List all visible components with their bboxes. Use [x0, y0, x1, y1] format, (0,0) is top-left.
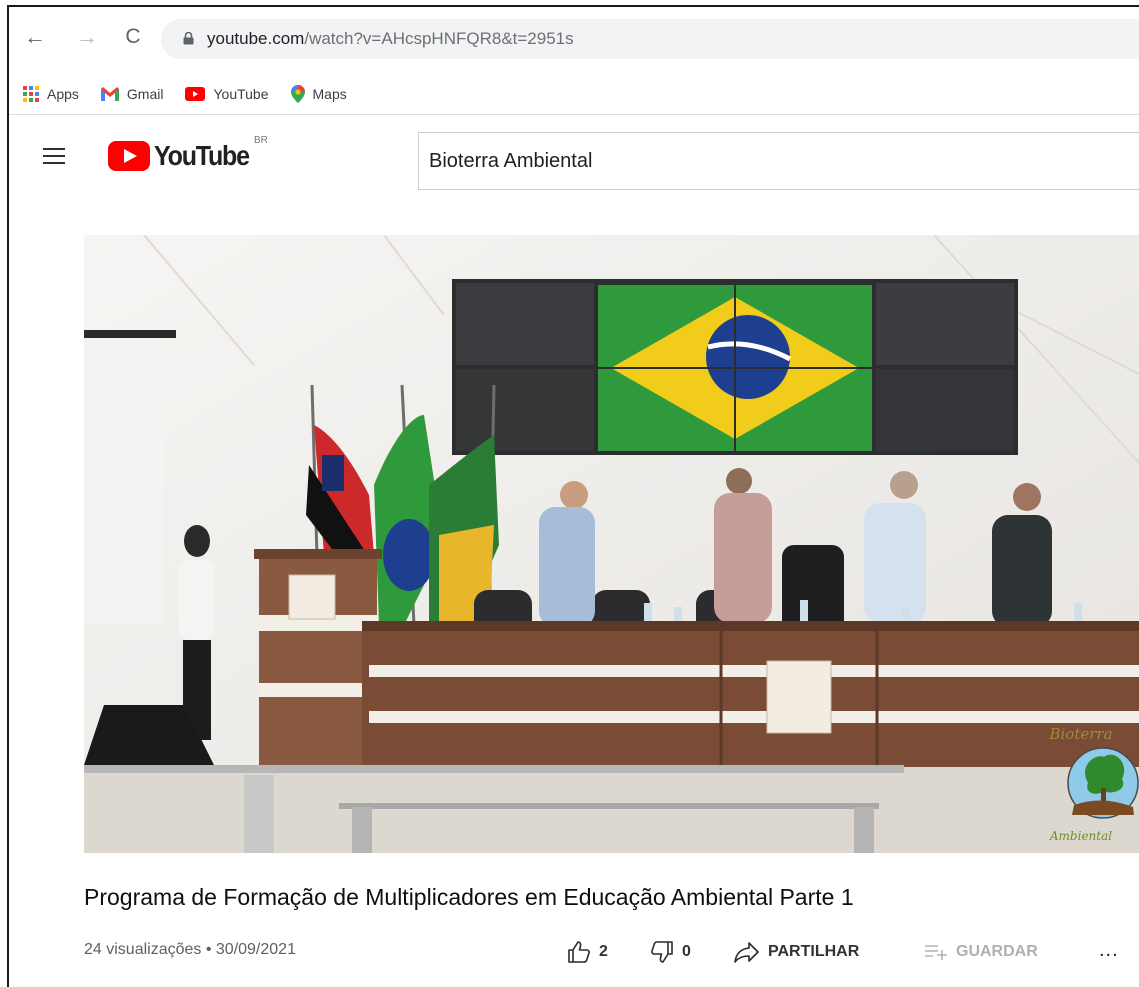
save-label: GUARDAR [956, 943, 1038, 960]
reload-icon[interactable]: C [119, 23, 147, 51]
watermark-bottom-text: Ambiental [1049, 829, 1113, 843]
dislike-button[interactable]: 0 [650, 937, 691, 967]
save-button[interactable]: GUARDAR [924, 937, 1038, 967]
share-label: PARTILHAR [768, 943, 860, 960]
menu-icon[interactable] [43, 148, 65, 164]
bookmark-label: Apps [47, 85, 79, 102]
bookmark-gmail[interactable]: Gmail [100, 85, 164, 102]
youtube-icon [185, 86, 206, 101]
search-box[interactable] [418, 132, 1139, 190]
lock-icon [183, 32, 194, 45]
forward-arrow-icon[interactable]: → [73, 23, 101, 51]
watermark-top-text: Bioterra [1049, 725, 1113, 743]
bookmark-label: Maps [312, 85, 347, 102]
youtube-logo[interactable]: YouTube BR [108, 135, 268, 171]
bookmarks-bar: Apps Gmail YouTube Maps [9, 73, 1139, 115]
video-player[interactable]: Bioterra Ambiental [84, 235, 1139, 853]
url-path: /watch?v=AHcspHNFQR8&t=2951s [304, 29, 574, 48]
bookmark-apps[interactable]: Apps [23, 85, 79, 102]
url-host: youtube.com [207, 29, 305, 48]
bookmark-label: Gmail [126, 85, 164, 102]
maps-pin-icon [290, 84, 305, 103]
like-button[interactable]: 2 [567, 937, 608, 967]
dislike-count: 0 [682, 943, 691, 960]
apps-grid-icon [23, 85, 39, 102]
url-text[interactable]: youtube.com/watch?v=AHcspHNFQR8&t=2951s [207, 29, 574, 49]
video-frame [84, 235, 1139, 853]
address-bar[interactable]: youtube.com/watch?v=AHcspHNFQR8&t=2951s [161, 19, 1139, 59]
video-meta-row: 24 visualizações • 30/09/2021 2 0 PARTIL… [84, 937, 1134, 967]
share-button[interactable]: PARTILHAR [734, 937, 859, 967]
like-count: 2 [599, 943, 608, 960]
search-input[interactable] [429, 143, 1129, 179]
region-code: BR [254, 135, 268, 146]
back-arrow-icon[interactable]: ← [21, 23, 49, 51]
bookmark-youtube[interactable]: YouTube [185, 85, 269, 102]
playlist-add-icon [925, 945, 947, 960]
more-actions-icon[interactable]: ... [1099, 935, 1119, 965]
youtube-header: YouTube BR [9, 115, 1139, 203]
gmail-icon [100, 86, 119, 101]
youtube-logo-text: YouTube [154, 140, 250, 171]
channel-watermark: Bioterra Ambiental [1035, 725, 1127, 843]
bookmark-maps[interactable]: Maps [290, 84, 347, 103]
youtube-play-icon [108, 141, 150, 171]
browser-toolbar: ← → C youtube.com/watch?v=AHcspHNFQR8&t=… [9, 7, 1139, 73]
video-title: Programa de Formação de Multiplicadores … [84, 884, 854, 910]
thumbs-up-icon [568, 941, 590, 963]
bookmark-label: YouTube [213, 85, 269, 102]
browser-window: ← → C youtube.com/watch?v=AHcspHNFQR8&t=… [7, 5, 1139, 987]
share-arrow-icon [734, 942, 759, 963]
views-and-date: 24 visualizações • 30/09/2021 [84, 941, 296, 958]
thumbs-down-icon [651, 941, 673, 963]
